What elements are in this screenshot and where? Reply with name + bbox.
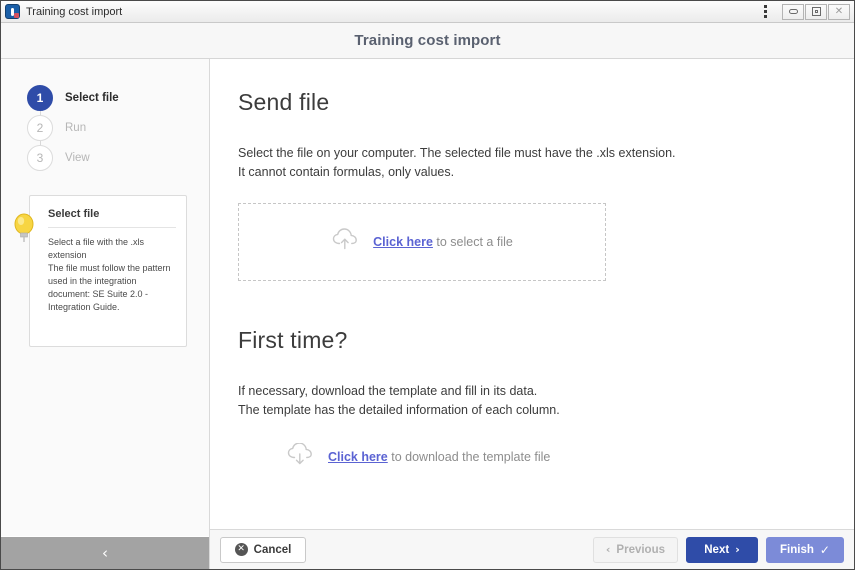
chevron-right-icon: ›	[735, 543, 740, 556]
check-icon: ✓	[819, 542, 830, 557]
finish-button-label: Finish	[780, 543, 814, 556]
file-dropzone[interactable]: Click here to select a file	[238, 202, 606, 281]
main-column: Send file Select the file on your comput…	[210, 59, 854, 569]
kebab-dot	[763, 15, 767, 18]
minimize-icon	[788, 9, 798, 14]
sidebar-step-run[interactable]: 2 Run	[27, 113, 209, 151]
collapse-sidebar-button[interactable]: ‹	[1, 536, 209, 569]
application-window: Training cost import ✕ Training cost imp…	[0, 0, 855, 570]
step-number-badge: 1	[27, 85, 53, 111]
first-time-description-line1: If necessary, download the template and …	[238, 383, 538, 398]
first-time-description: If necessary, download the template and …	[238, 382, 854, 421]
minimize-button[interactable]	[782, 3, 804, 20]
chevron-left-icon: ‹	[605, 543, 611, 556]
send-file-heading: Send file	[238, 89, 330, 115]
hint-card-wrapper: Select file Select a file with the .xls …	[14, 195, 187, 347]
kebab-dot	[763, 5, 767, 8]
wizard-sidebar: 1 Select file 2 Run 3 View Select file S…	[1, 59, 210, 569]
close-button[interactable]: ✕	[828, 3, 850, 20]
wizard-footer: ✕ Cancel ‹ Previous Next › Finish ✓	[210, 529, 854, 569]
first-time-description-line2: The template has the detailed informatio…	[238, 403, 560, 418]
close-icon: ✕	[834, 5, 844, 17]
wizard-steps: 1 Select file 2 Run 3 View	[1, 59, 209, 173]
chevron-left-icon: ‹	[102, 543, 108, 562]
kebab-menu-icon[interactable]	[756, 3, 774, 21]
sidebar-step-select-file[interactable]: 1 Select file	[27, 83, 209, 121]
step-label: Run	[65, 122, 87, 134]
main-content: Send file Select the file on your comput…	[210, 59, 854, 529]
step-number-badge: 2	[27, 115, 53, 141]
step-label: Select file	[65, 92, 119, 104]
window-titlebar: Training cost import ✕	[1, 1, 854, 23]
cloud-upload-icon	[331, 227, 361, 256]
dropzone-content: Click here to select a file	[331, 227, 513, 256]
select-file-link[interactable]: Click here	[373, 235, 433, 249]
next-button-label: Next	[704, 543, 730, 556]
lightbulb-icon	[13, 213, 35, 243]
dropzone-text: Click here to select a file	[373, 235, 513, 249]
hint-line: Integration Guide.	[48, 302, 120, 313]
hint-line: used in the integration	[48, 276, 137, 287]
cloud-download-icon	[286, 441, 316, 472]
cancel-button[interactable]: ✕ Cancel	[220, 536, 306, 563]
previous-button-label: Previous	[616, 543, 665, 556]
download-template-link[interactable]: Click here	[328, 450, 388, 464]
body-row: 1 Select file 2 Run 3 View Select file S…	[1, 59, 854, 569]
hint-line: The file must follow the pattern	[48, 263, 171, 274]
cancel-button-label: Cancel	[253, 543, 292, 556]
next-button[interactable]: Next ›	[686, 536, 758, 563]
kebab-dot	[763, 10, 767, 13]
sidebar-step-view[interactable]: 3 View	[27, 143, 209, 173]
previous-button[interactable]: ‹ Previous	[592, 536, 678, 563]
download-template-text: Click here to download the template file	[328, 450, 550, 464]
first-time-heading: First time?	[238, 326, 348, 353]
step-number-badge: 3	[27, 145, 53, 171]
hint-title: Select file	[48, 208, 176, 228]
window-title: Training cost import	[26, 5, 123, 18]
hint-line: Select a file with the .xls	[48, 237, 145, 247]
page-title: Training cost import	[354, 32, 501, 49]
send-file-description: Select the file on your computer. The se…	[238, 144, 854, 183]
hint-line: extension	[48, 250, 87, 261]
page-header: Training cost import	[1, 23, 854, 59]
step-label: View	[65, 152, 90, 164]
select-file-rest: to select a file	[432, 234, 513, 249]
maximize-icon	[811, 7, 821, 16]
send-file-description-line1: Select the file on your computer. The se…	[238, 146, 676, 160]
download-template-row[interactable]: Click here to download the template file	[286, 441, 854, 472]
hint-line: document: SE Suite 2.0 -	[48, 289, 149, 300]
cancel-circle-icon: ✕	[234, 543, 248, 556]
send-file-description-line2: It cannot contain formulas, only values.	[238, 165, 455, 180]
maximize-button[interactable]	[805, 3, 827, 20]
app-icon	[5, 4, 20, 19]
finish-button[interactable]: Finish ✓	[766, 536, 844, 563]
window-controls: ✕	[782, 3, 850, 20]
download-template-rest: to download the template file	[387, 450, 551, 464]
hint-card: Select file Select a file with the .xls …	[29, 195, 187, 347]
hint-body: Select a file with the .xls extension Th…	[48, 236, 176, 314]
